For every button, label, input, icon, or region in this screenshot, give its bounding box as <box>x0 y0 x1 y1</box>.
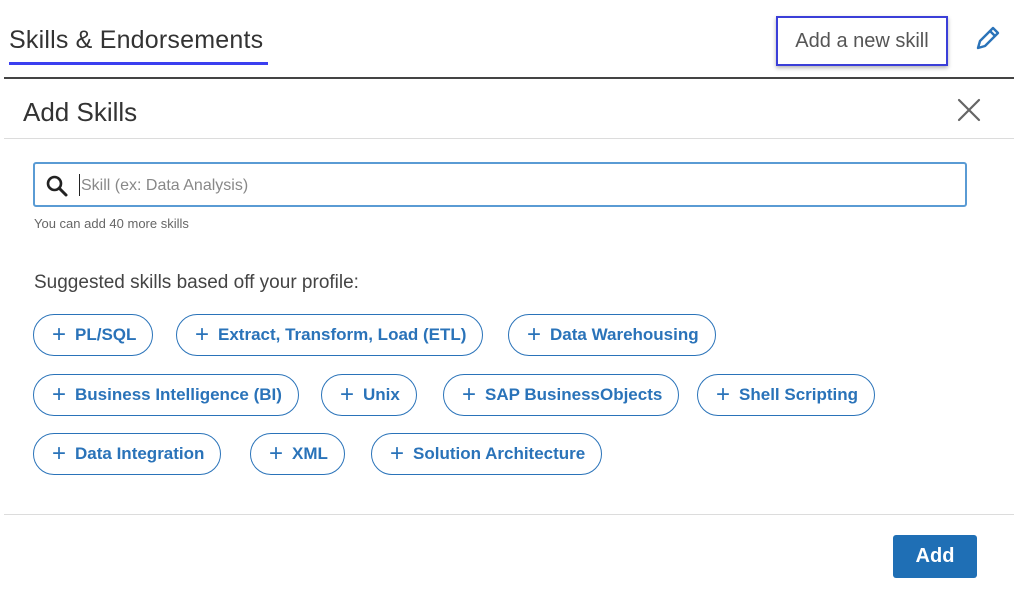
skill-search-box[interactable] <box>33 162 967 207</box>
suggested-skill-pill[interactable]: + PL/SQL <box>33 314 154 356</box>
plus-icon: + <box>52 321 67 348</box>
skill-label: PL/SQL <box>75 325 137 344</box>
plus-icon: + <box>527 321 542 348</box>
plus-icon: + <box>462 381 477 408</box>
skills-section-header: Skills & Endorsements Add a new skill <box>0 0 1024 80</box>
skill-label: Business Intelligence (BI) <box>75 385 282 404</box>
pencil-icon[interactable] <box>972 22 1004 54</box>
skill-label: SAP BusinessObjects <box>485 385 663 404</box>
plus-icon: + <box>52 381 67 408</box>
title-underline <box>9 62 268 65</box>
add-button[interactable]: Add <box>893 535 977 578</box>
suggested-skill-pill[interactable]: + SAP BusinessObjects <box>443 374 680 416</box>
skill-label: Unix <box>363 385 400 404</box>
header-divider <box>4 77 1014 79</box>
suggested-skill-pill[interactable]: + Shell Scripting <box>697 374 876 416</box>
skill-label: Shell Scripting <box>739 385 859 404</box>
close-icon[interactable] <box>954 95 984 125</box>
section-title: Skills & Endorsements <box>9 26 264 54</box>
skill-label: Extract, Transform, Load (ETL) <box>218 325 467 344</box>
search-icon <box>46 175 68 197</box>
skills-remaining-helper: You can add 40 more skills <box>34 216 189 231</box>
skill-label: XML <box>292 444 328 463</box>
suggested-skill-pill[interactable]: + Business Intelligence (BI) <box>33 374 299 416</box>
plus-icon: + <box>52 440 67 467</box>
suggested-skill-pill[interactable]: + XML <box>250 433 345 475</box>
add-new-skill-button[interactable]: Add a new skill <box>776 16 948 66</box>
plus-icon: + <box>390 440 405 467</box>
suggested-skill-pill[interactable]: + Data Warehousing <box>508 314 716 356</box>
modal-header: Add Skills <box>0 82 1024 139</box>
text-caret <box>79 174 80 196</box>
suggested-skill-pill[interactable]: + Extract, Transform, Load (ETL) <box>176 314 484 356</box>
plus-icon: + <box>195 321 210 348</box>
plus-icon: + <box>716 381 731 408</box>
modal-header-divider <box>4 138 1014 139</box>
suggested-skill-pill[interactable]: + Unix <box>321 374 417 416</box>
skill-label: Data Warehousing <box>550 325 699 344</box>
plus-icon: + <box>269 440 284 467</box>
skill-label: Data Integration <box>75 444 205 463</box>
suggested-skill-pill[interactable]: + Data Integration <box>33 433 222 475</box>
footer-divider <box>4 514 1014 515</box>
suggested-skill-pill[interactable]: + Solution Architecture <box>371 433 603 475</box>
skill-label: Solution Architecture <box>413 444 586 463</box>
suggested-skills-label: Suggested skills based off your profile: <box>34 272 359 293</box>
skill-search-input[interactable] <box>79 170 953 202</box>
modal-title: Add Skills <box>23 97 138 127</box>
plus-icon: + <box>340 381 355 408</box>
